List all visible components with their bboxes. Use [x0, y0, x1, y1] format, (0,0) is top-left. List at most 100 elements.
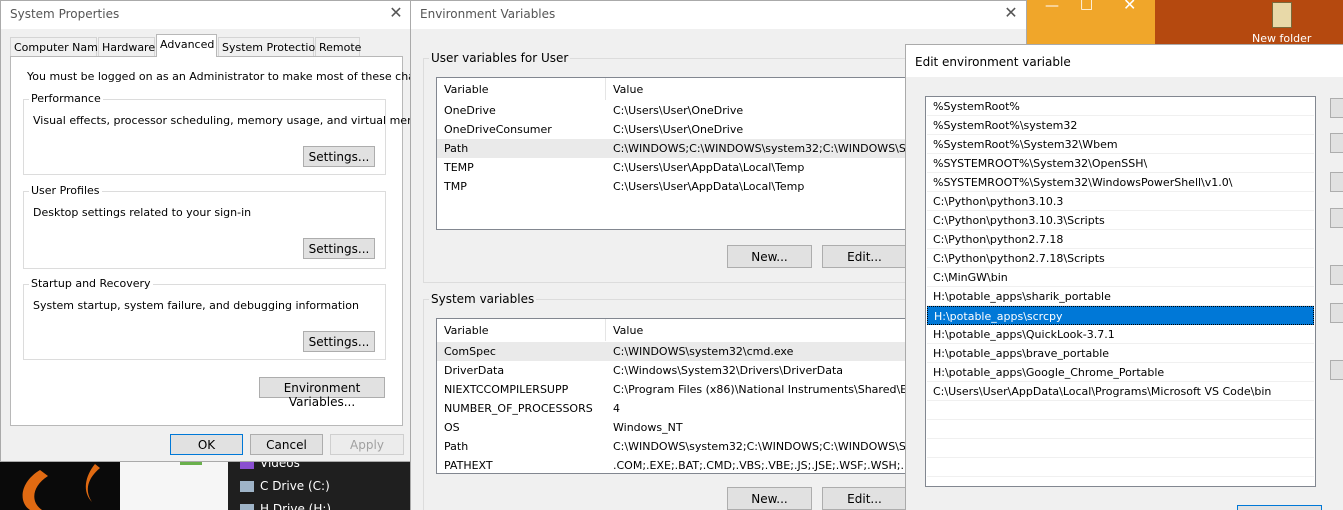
background-window-titlebar: — □ ✕ [1025, 0, 1155, 46]
close-icon[interactable]: ✕ [1123, 0, 1136, 14]
tab-advanced[interactable]: Advanced [156, 34, 217, 57]
tab-panel: You must be logged on as an Administrato… [10, 56, 410, 426]
group-description: Desktop settings related to your sign-in [33, 206, 252, 219]
system-properties-dialog: System Properties ✕ Computer Name Hardwa… [0, 0, 411, 462]
group-label: User Profiles [29, 184, 102, 197]
nav-item-c-drive[interactable]: C Drive (C:) [260, 479, 330, 493]
tab-hardware[interactable]: Hardware [98, 37, 155, 56]
title-bar: System Properties ✕ [1, 1, 410, 29]
explorer-nav-pane: Videos C Drive (C:) H Drive (H:) [228, 455, 413, 510]
path-entry[interactable]: C:\Python\python3.10.3\Scripts [927, 211, 1314, 230]
empty-row [927, 458, 1314, 477]
value-cell: C:\Users\User\AppData\Local\Temp [613, 180, 805, 193]
path-entry[interactable]: H:\potable_apps\Google_Chrome_Portable [927, 363, 1314, 382]
value-cell: C:\WINDOWS\system32;C:\WINDOWS;C:\WINDOW… [613, 440, 913, 453]
path-entry[interactable]: %SYSTEMROOT%\System32\OpenSSH\ [927, 154, 1314, 173]
new-entry-button[interactable] [1330, 98, 1343, 118]
ok-button-partial[interactable] [1237, 505, 1322, 510]
startup-recovery-group: System startup, system failure, and debu… [23, 284, 386, 360]
logo-icon [22, 464, 100, 510]
ok-button[interactable]: OK [170, 434, 243, 455]
path-entry[interactable]: %SYSTEMROOT%\System32\WindowsPowerShell\… [927, 173, 1314, 192]
performance-settings-button[interactable]: Settings... [303, 146, 375, 167]
group-description: System startup, system failure, and debu… [33, 299, 359, 312]
close-icon[interactable]: ✕ [1000, 4, 1022, 24]
variable-cell: TMP [444, 180, 467, 193]
background-window [120, 455, 254, 510]
value-cell: 4 [613, 402, 620, 415]
path-entry[interactable]: C:\Python\python3.10.3 [927, 192, 1314, 211]
variable-cell: ComSpec [444, 345, 496, 358]
apply-button[interactable]: Apply [330, 434, 404, 455]
section-label: User variables for User [429, 51, 571, 65]
user-profiles-group: Desktop settings related to your sign-in… [23, 191, 386, 269]
variable-cell: PATHEXT [444, 459, 493, 472]
tab-remote[interactable]: Remote [315, 37, 361, 56]
minimize-icon[interactable]: — [1045, 0, 1059, 14]
user-profiles-settings-button[interactable]: Settings... [303, 238, 375, 259]
path-entry[interactable]: H:\potable_apps\brave_portable [927, 344, 1314, 363]
title-bar: Edit environment variable [906, 45, 1343, 77]
column-header-variable[interactable]: Variable [437, 319, 606, 341]
variable-cell: DriverData [444, 364, 505, 377]
move-down-button[interactable] [1330, 303, 1343, 323]
empty-row [927, 420, 1314, 439]
path-entry[interactable]: H:\potable_apps\QuickLook-3.7.1 [927, 325, 1314, 344]
column-header-variable[interactable]: Variable [437, 78, 606, 100]
folder-icon[interactable] [1272, 2, 1292, 28]
nav-item-h-drive[interactable]: H Drive (H:) [260, 502, 331, 510]
variable-cell: Path [444, 440, 469, 453]
path-entry[interactable]: %SystemRoot% [927, 97, 1314, 116]
path-entry[interactable]: C:\Python\python2.7.18\Scripts [927, 249, 1314, 268]
path-entry[interactable]: H:\potable_apps\sharik_portable [927, 287, 1314, 306]
edit-entry-button[interactable] [1330, 133, 1343, 153]
delete-button[interactable] [1330, 208, 1343, 228]
value-cell: C:\Users\User\AppData\Local\Temp [613, 161, 805, 174]
path-entries-listbox[interactable]: %SystemRoot% %SystemRoot%\system32 %System… [925, 96, 1316, 487]
group-label: Startup and Recovery [29, 277, 153, 290]
path-entry[interactable]: C:\Users\User\AppData\Local\Programs\Mic… [927, 382, 1314, 401]
user-edit-button[interactable]: Edit... [822, 245, 907, 268]
close-icon[interactable]: ✕ [385, 4, 407, 24]
system-new-button[interactable]: New... [727, 487, 812, 510]
variable-cell: OS [444, 421, 460, 434]
tab-system-protection[interactable]: System Protection [218, 37, 322, 56]
empty-row [927, 401, 1314, 420]
desktop-logo [0, 462, 120, 510]
value-cell: .COM;.EXE;.BAT;.CMD;.VBS;.VBE;.JS;.JSE;.… [613, 459, 929, 472]
path-entry[interactable]: %SystemRoot%\System32\Wbem [927, 135, 1314, 154]
maximize-icon[interactable]: □ [1080, 0, 1093, 12]
edit-environment-variable-dialog: Edit environment variable %SystemRoot% %S… [905, 44, 1343, 510]
admin-note: You must be logged on as an Administrato… [27, 70, 411, 83]
variable-cell: TEMP [444, 161, 474, 174]
drive-icon [240, 504, 254, 510]
system-edit-button[interactable]: Edit... [822, 487, 907, 510]
cancel-button[interactable]: Cancel [250, 434, 323, 455]
variable-cell: Path [444, 142, 469, 155]
path-entry[interactable]: C:\Python\python2.7.18 [927, 230, 1314, 249]
window-title: Edit environment variable [915, 55, 1071, 69]
value-cell: C:\Users\User\OneDrive [613, 123, 744, 136]
window-title: Environment Variables [420, 7, 556, 21]
variable-cell: NUMBER_OF_PROCESSORS [444, 402, 593, 415]
path-entry[interactable]: C:\MinGW\bin [927, 268, 1314, 287]
move-up-button[interactable] [1330, 265, 1343, 285]
value-cell: Windows_NT [613, 421, 683, 434]
group-label: Performance [29, 92, 103, 105]
group-description: Visual effects, processor scheduling, me… [33, 114, 411, 127]
empty-row [927, 439, 1314, 458]
user-new-button[interactable]: New... [727, 245, 812, 268]
value-cell: C:\WINDOWS\system32\cmd.exe [613, 345, 794, 358]
edit-text-button[interactable] [1330, 360, 1343, 380]
tab-computer-name[interactable]: Computer Name [10, 37, 105, 56]
variable-cell: NIEXTCCOMPILERSUPP [444, 383, 569, 396]
title-bar: Environment Variables ✕ [411, 1, 1026, 29]
path-entry[interactable]: %SystemRoot%\system32 [927, 116, 1314, 135]
startup-settings-button[interactable]: Settings... [303, 331, 375, 352]
environment-variables-button[interactable]: Environment Variables... [259, 377, 385, 409]
path-entry[interactable]: H:\potable_apps\scrcpy [927, 306, 1314, 325]
value-cell: C:\Windows\System32\Drivers\DriverData [613, 364, 844, 377]
drive-icon [240, 481, 254, 492]
variable-cell: OneDrive [444, 104, 496, 117]
browse-button[interactable] [1330, 172, 1343, 192]
